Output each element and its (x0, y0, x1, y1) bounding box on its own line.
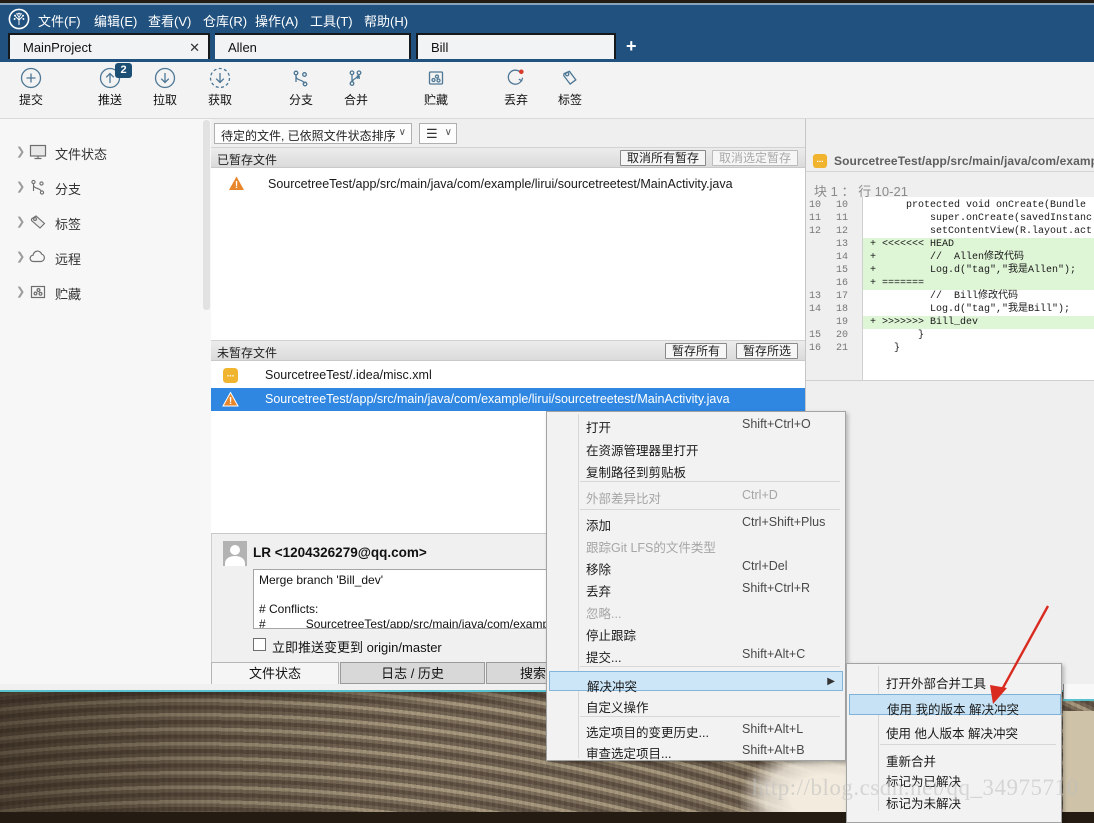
svg-text:!: ! (229, 396, 232, 407)
svg-text:...: ... (227, 369, 235, 379)
svg-text:!: ! (235, 180, 238, 191)
